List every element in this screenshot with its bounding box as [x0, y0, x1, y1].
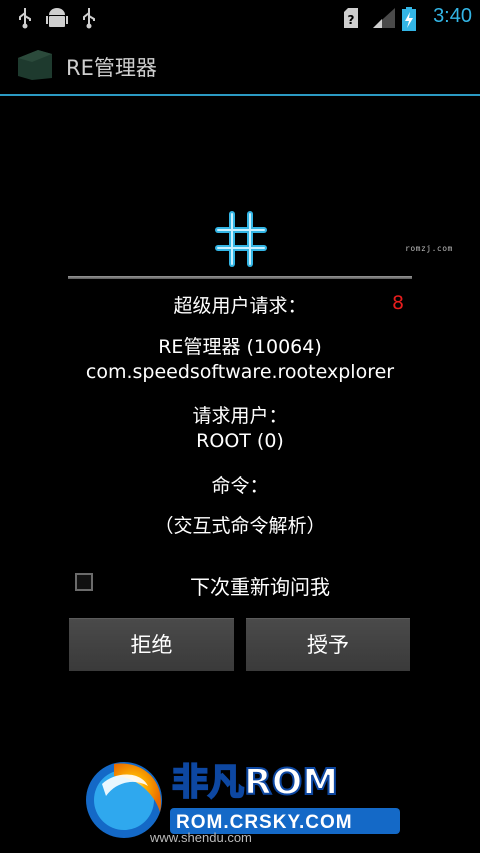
- status-bar: ? 3:40: [0, 0, 480, 38]
- android-debug-icon: [46, 8, 68, 27]
- requested-user-label: 请求用户：: [192, 405, 288, 427]
- dialog-divider: [68, 276, 412, 279]
- action-bar-divider: [0, 94, 480, 96]
- sim-unknown-icon: ?: [344, 8, 358, 28]
- site-url: www.shendu.com: [150, 830, 252, 845]
- requesting-app-name: RE管理器 (10064): [158, 336, 322, 358]
- deny-button[interactable]: 拒绝: [69, 618, 234, 671]
- action-bar: RE管理器: [0, 38, 480, 95]
- usb-icon: [83, 8, 95, 29]
- allow-button[interactable]: 授予: [246, 618, 410, 671]
- svg-text:?: ?: [348, 13, 355, 27]
- command-label: 命令：: [211, 475, 269, 497]
- logo-text: 非凡ROM: [172, 762, 338, 803]
- countdown-timer: 8: [392, 292, 405, 314]
- signal-icon: [373, 8, 395, 28]
- command-value: （交互式命令解析）: [154, 515, 326, 537]
- superuser-hash-icon: [215, 211, 267, 267]
- clock: 3:40: [433, 5, 472, 27]
- requested-user-value: ROOT (0): [196, 430, 284, 452]
- watermark-text: romzj.com: [405, 244, 453, 253]
- battery-charging-icon: [402, 7, 416, 31]
- re-explorer-app-icon: [18, 50, 52, 80]
- requesting-app-package: com.speedsoftware.rootexplorer: [85, 361, 395, 383]
- remember-label[interactable]: 下次重新询问我: [190, 571, 330, 600]
- request-heading: 超级用户请求：: [173, 295, 307, 317]
- usb-icon: [19, 8, 31, 29]
- app-title: RE管理器: [66, 56, 157, 80]
- remember-checkbox[interactable]: [75, 573, 93, 591]
